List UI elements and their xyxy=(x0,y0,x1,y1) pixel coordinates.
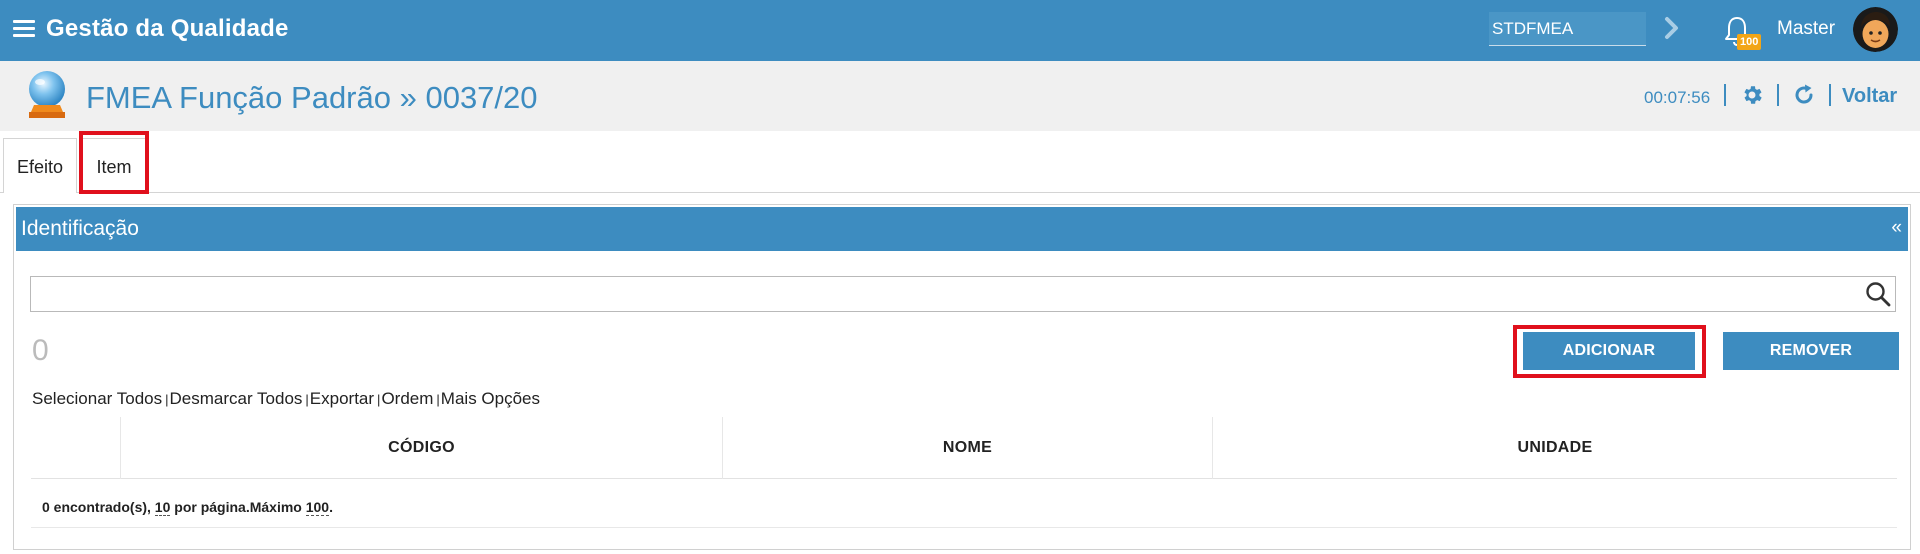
table-header: CÓDIGO NOME UNIDADE xyxy=(31,417,1897,479)
select-all-link[interactable]: Selecionar Todos xyxy=(32,389,162,408)
refresh-icon[interactable] xyxy=(1792,83,1816,107)
avatar[interactable] xyxy=(1853,7,1898,52)
identificacao-panel: Identificação « 0 ADICIONAR REMOVER Sele… xyxy=(13,204,1911,550)
search-icon[interactable] xyxy=(1865,281,1891,307)
gear-icon[interactable] xyxy=(1740,83,1764,107)
remove-button[interactable]: REMOVER xyxy=(1723,332,1899,370)
per-page-text: por página.Máximo xyxy=(174,499,302,515)
page-title: FMEA Função Padrão » 0037/20 xyxy=(86,80,538,115)
select-column-header[interactable] xyxy=(31,417,120,479)
per-page-selector[interactable]: 10 xyxy=(154,499,171,516)
search-input[interactable] xyxy=(30,276,1896,312)
export-link[interactable]: Exportar xyxy=(310,389,374,408)
items-table: CÓDIGO NOME UNIDADE 0 encontrado(s), 10 … xyxy=(31,417,1897,528)
deselect-all-link[interactable]: Desmarcar Todos xyxy=(170,389,303,408)
found-text: 0 encontrado(s), xyxy=(42,499,151,515)
notification-badge: 100 xyxy=(1737,34,1762,50)
tab-item[interactable]: Item xyxy=(80,138,148,194)
collapse-icon[interactable]: « xyxy=(1891,217,1902,239)
tab-efeito[interactable]: Efeito xyxy=(3,138,77,193)
top-bar: Gestão da Qualidade 100 Master xyxy=(0,0,1920,61)
list-actions: Selecionar Todos |Desmarcar Todos |Exporta… xyxy=(32,389,540,408)
table-footer: 0 encontrado(s), 10 por página.Máximo 10… xyxy=(42,499,333,516)
panel-header: Identificação « xyxy=(16,207,1908,251)
tab-bar: Efeito Item xyxy=(0,131,1920,194)
footer-end: . xyxy=(329,499,333,515)
session-timer: 00:07:56 xyxy=(1644,88,1711,107)
crystal-ball-icon xyxy=(29,71,65,118)
column-header-codigo[interactable]: CÓDIGO xyxy=(120,417,722,479)
max-selector[interactable]: 100 xyxy=(305,499,330,516)
header-divider xyxy=(1829,84,1831,106)
back-link[interactable]: Voltar xyxy=(1842,85,1897,108)
order-link[interactable]: Ordem xyxy=(381,389,433,408)
more-options-link[interactable]: Mais Opções xyxy=(441,389,540,408)
column-header-unidade[interactable]: UNIDADE xyxy=(1212,417,1897,479)
column-header-nome[interactable]: NOME xyxy=(722,417,1212,479)
header-divider xyxy=(1724,84,1726,106)
add-button[interactable]: ADICIONAR xyxy=(1523,332,1695,370)
app-title: Gestão da Qualidade xyxy=(46,15,289,42)
user-name[interactable]: Master xyxy=(1777,18,1835,40)
page-header: FMEA Função Padrão » 0037/20 00:07:56 Vo… xyxy=(0,61,1920,131)
menu-icon[interactable] xyxy=(13,20,35,38)
record-count: 0 xyxy=(32,334,49,367)
global-search-input[interactable] xyxy=(1489,12,1646,46)
chevron-right-icon[interactable] xyxy=(1662,15,1682,41)
header-divider xyxy=(1777,84,1779,106)
panel-title: Identificação xyxy=(21,217,139,240)
